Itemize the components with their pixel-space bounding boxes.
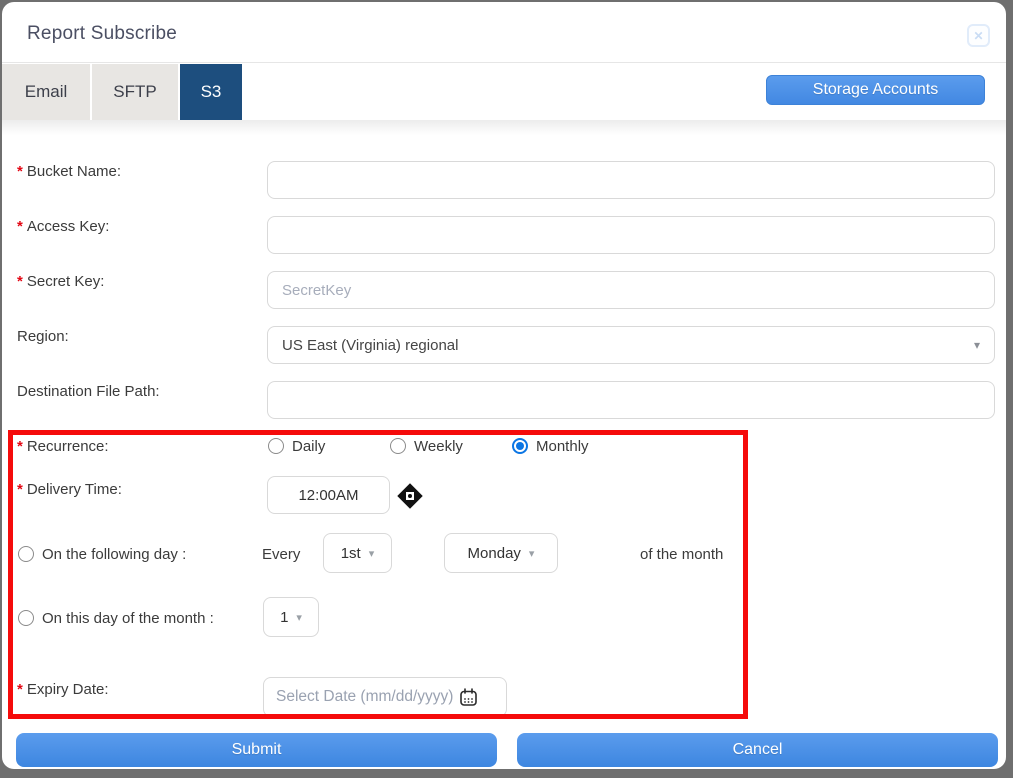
destination-file-path-input[interactable] xyxy=(267,381,995,419)
ordinal-selected-value: 1st xyxy=(340,544,361,562)
tab-s3[interactable]: S3 xyxy=(180,64,242,120)
secret-key-input[interactable] xyxy=(267,271,995,309)
tab-email[interactable]: Email xyxy=(2,64,90,120)
chevron-down-icon: ▾ xyxy=(296,611,302,624)
following-day-prefix: Every xyxy=(262,546,301,563)
delivery-time-input[interactable]: 12:00AM xyxy=(267,476,390,514)
access-key-label: * Access Key: xyxy=(17,218,110,235)
radio-weekly[interactable] xyxy=(390,438,406,454)
header-divider xyxy=(2,62,1006,63)
dialog-title: Report Subscribe xyxy=(27,23,177,44)
following-day-suffix: of the month xyxy=(640,546,724,563)
day-of-month-label[interactable]: On this day of the month : xyxy=(42,610,214,627)
required-marker: * xyxy=(17,273,23,290)
day-selected-value: 1 xyxy=(280,608,289,626)
chevron-down-icon: ▾ xyxy=(528,547,535,560)
required-marker: * xyxy=(17,481,23,498)
radio-day-of-month[interactable] xyxy=(18,610,34,626)
destination-file-path-label: Destination File Path: xyxy=(17,383,160,400)
weekday-selected-value: Monday xyxy=(467,544,521,562)
following-day-label[interactable]: On the following day : xyxy=(42,546,186,563)
region-label: Region: xyxy=(17,328,69,345)
ordinal-dropdown[interactable]: 1st ▾ xyxy=(323,533,392,573)
delivery-time-label: * Delivery Time: xyxy=(17,481,122,498)
region-selected-value: US East (Virginia) regional xyxy=(282,336,459,354)
expiry-date-label: * Expiry Date: xyxy=(17,681,109,698)
storage-accounts-button[interactable]: Storage Accounts xyxy=(766,75,985,105)
radio-daily-label[interactable]: Daily xyxy=(292,438,325,455)
expiry-date-placeholder: Select Date (mm/dd/yyyy) xyxy=(276,688,454,705)
tabbar-shadow xyxy=(2,120,1006,135)
required-marker: * xyxy=(17,681,23,698)
chevron-down-icon: ▾ xyxy=(973,338,980,352)
highlight-rectangle xyxy=(8,430,748,719)
radio-monthly[interactable] xyxy=(512,438,528,454)
required-marker: * xyxy=(17,163,23,180)
required-marker: * xyxy=(17,218,23,235)
access-key-input[interactable] xyxy=(267,216,995,254)
submit-button[interactable]: Submit xyxy=(16,733,497,767)
radio-daily[interactable] xyxy=(268,438,284,454)
radio-weekly-label[interactable]: Weekly xyxy=(414,438,463,455)
required-marker: * xyxy=(17,438,23,455)
tab-sftp[interactable]: SFTP xyxy=(92,64,178,120)
chevron-down-icon: ▾ xyxy=(368,547,375,560)
expiry-date-input[interactable]: Select Date (mm/dd/yyyy) xyxy=(263,677,507,717)
region-select[interactable]: US East (Virginia) regional ▾ xyxy=(267,326,995,364)
bucket-name-input[interactable] xyxy=(267,161,995,199)
cancel-button[interactable]: Cancel xyxy=(517,733,998,767)
recurrence-label: * Recurrence: xyxy=(17,438,109,455)
close-icon[interactable]: ✕ xyxy=(967,24,990,47)
radio-following-day[interactable] xyxy=(18,546,34,562)
time-adjust-icon[interactable] xyxy=(397,483,423,509)
calendar-icon[interactable] xyxy=(459,687,478,707)
day-of-month-dropdown[interactable]: 1 ▾ xyxy=(263,597,319,637)
weekday-dropdown[interactable]: Monday ▾ xyxy=(444,533,558,573)
report-subscribe-dialog: Report Subscribe ✕ Email SFTP S3 Storage… xyxy=(2,2,1006,769)
bucket-name-label: * Bucket Name: xyxy=(17,163,122,180)
secret-key-label: * Secret Key: xyxy=(17,273,105,290)
radio-monthly-label[interactable]: Monthly xyxy=(536,438,589,455)
